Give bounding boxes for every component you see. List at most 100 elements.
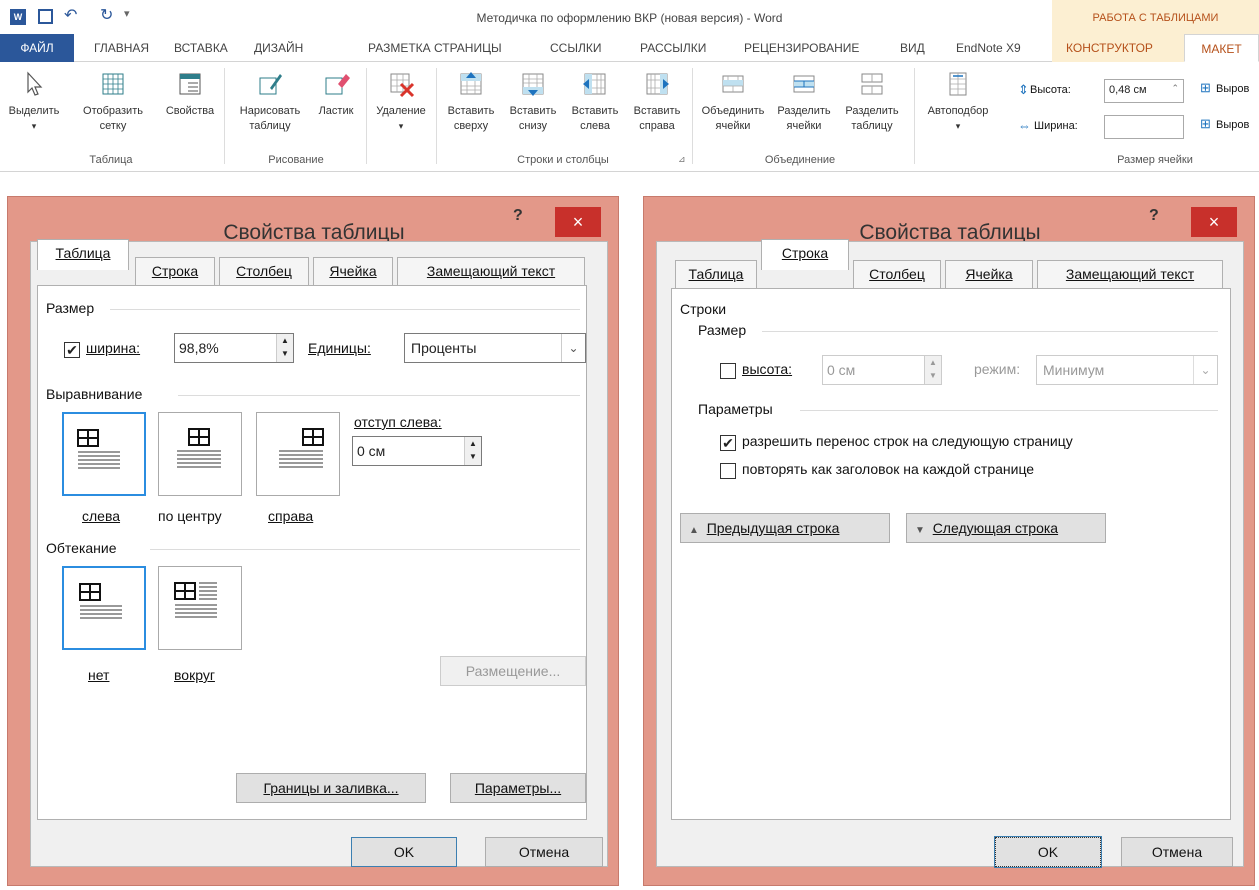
units-select[interactable]: Проценты ⌄ (404, 333, 586, 363)
align-left-option[interactable] (62, 412, 146, 496)
insert-right-button[interactable]: Вставить справа (626, 70, 688, 134)
wrap-none-option[interactable] (62, 566, 146, 650)
align-center-option[interactable] (158, 412, 242, 496)
merge-cells-button[interactable]: Объединить ячейки (696, 70, 770, 134)
tab-review[interactable]: РЕЦЕНЗИРОВАНИЕ (744, 34, 859, 62)
tab-table-layout[interactable]: МАКЕТ (1184, 34, 1259, 62)
ok-button[interactable]: OK (351, 837, 457, 867)
close-button[interactable]: × (555, 207, 601, 237)
delete-button[interactable]: Удаление ▾ (368, 70, 434, 134)
properties-button[interactable]: Свойства (158, 70, 222, 119)
eraser-icon (325, 74, 350, 95)
align-right-option[interactable] (256, 412, 340, 496)
help-button[interactable]: ? (513, 207, 523, 225)
chevron-down-icon: ⌄ (561, 334, 585, 362)
show-grid-button[interactable]: Отобразить сетку (68, 70, 158, 134)
allow-break-checkbox[interactable]: ✔ (720, 435, 736, 451)
tab-alt-text[interactable]: Замещающий текст (1037, 260, 1223, 288)
table-properties-dialog-left: Свойства таблицы ? × Таблица Строка Стол… (7, 196, 619, 886)
width-input[interactable] (1104, 115, 1184, 139)
width-spinner[interactable]: ▲ ▼ (276, 334, 293, 362)
insert-below-label-1: Вставить (509, 105, 557, 117)
insert-right-icon (646, 73, 669, 95)
width-checkbox[interactable]: ✔ (64, 342, 80, 358)
tab-design[interactable]: ДИЗАЙН (254, 34, 303, 62)
wrap-around-option[interactable] (158, 566, 242, 650)
tab-endnote[interactable]: EndNote X9 (956, 34, 1021, 62)
split-cells-button[interactable]: Разделить ячейки (770, 70, 838, 134)
repeat-header-label: повторять как заголовок на каждой страни… (742, 461, 1035, 477)
distribute-cols-icon[interactable]: ⊞ (1200, 116, 1211, 132)
eraser-button[interactable]: Ластик (310, 70, 362, 119)
cancel-button[interactable]: Отмена (1121, 837, 1233, 867)
help-button[interactable]: ? (1149, 207, 1159, 225)
tab-table-design[interactable]: КОНСТРУКТОР (1066, 34, 1153, 62)
tab-cell[interactable]: Ячейка (313, 257, 393, 285)
properties-label: Свойства (165, 105, 215, 117)
distribute-rows-label[interactable]: Выров (1216, 83, 1249, 95)
height-icon: ⇕ (1018, 82, 1029, 97)
chevron-down-icon: ⌄ (1193, 356, 1217, 384)
split-table-button[interactable]: Разделить таблицу (838, 70, 906, 134)
wrap-none-icon (79, 583, 122, 619)
draw-table-label-1: Нарисовать (239, 105, 301, 117)
tab-column[interactable]: Столбец (853, 260, 941, 288)
group-table-label: Таблица (89, 154, 133, 166)
distribute-cols-label[interactable]: Выров (1216, 119, 1249, 131)
height-spinner[interactable]: ▲ ▼ (924, 356, 941, 384)
mode-label: режим: (974, 361, 1021, 377)
insert-right-label-1: Вставить (633, 105, 681, 117)
merge-label-1: Объединить (701, 105, 765, 117)
tab-row[interactable]: Строка (761, 239, 849, 270)
draw-table-button[interactable]: Нарисовать таблицу (228, 70, 312, 134)
delete-table-icon (390, 73, 415, 98)
autofit-label: Автоподбор (927, 105, 989, 117)
options-button[interactable]: Параметры... (450, 773, 586, 803)
divider (800, 410, 1218, 411)
tab-mailings[interactable]: РАССЫЛКИ (640, 34, 706, 62)
table-left-icon (77, 429, 120, 469)
autofit-button[interactable]: Автоподбор ▾ (920, 70, 996, 134)
wrap-around-label: вокруг (174, 667, 215, 683)
insert-below-button[interactable]: Вставить снизу (502, 70, 564, 134)
dialog-launcher-icon[interactable]: ⊿ (678, 154, 686, 165)
divider (762, 331, 1218, 332)
next-row-button[interactable]: ▼ Следующая строка (906, 513, 1106, 543)
tab-table[interactable]: Таблица (675, 260, 757, 288)
insert-right-label-2: справа (639, 120, 675, 132)
distribute-rows-icon[interactable]: ⊞ (1200, 80, 1211, 96)
indent-spinner[interactable]: ▲ ▼ (464, 437, 481, 465)
height-checkbox[interactable] (720, 363, 736, 379)
tab-row[interactable]: Строка (135, 257, 215, 285)
tab-column[interactable]: Столбец (219, 257, 309, 285)
placement-button[interactable]: Размещение... (440, 656, 586, 686)
borders-button[interactable]: Границы и заливка... (236, 773, 426, 803)
tab-home[interactable]: ГЛАВНАЯ (94, 34, 149, 62)
tab-file[interactable]: ФАЙЛ (0, 34, 74, 62)
tab-references[interactable]: ССЫЛКИ (550, 34, 601, 62)
insert-left-icon (583, 73, 606, 95)
tab-cell[interactable]: Ячейка (945, 260, 1033, 288)
mode-select[interactable]: Минимум ⌄ (1036, 355, 1218, 385)
tab-table[interactable]: Таблица (37, 239, 129, 270)
height-label: Высота: (1030, 84, 1071, 96)
close-button[interactable]: × (1191, 207, 1237, 237)
height-input[interactable]: 0,48 см ⌃ (1104, 79, 1184, 103)
tab-alt-text[interactable]: Замещающий текст (397, 257, 585, 285)
tab-insert[interactable]: ВСТАВКА (174, 34, 228, 62)
split-cells-label-2: ячейки (786, 120, 822, 132)
insert-above-icon (460, 72, 482, 95)
tab-layout-page[interactable]: РАЗМЕТКА СТРАНИЦЫ (368, 34, 502, 62)
ribbon: Выделить ▾ Отобразить сетку Свойства Табли… (0, 62, 1259, 172)
prev-row-button[interactable]: ▲ Предыдущая строка (680, 513, 890, 543)
select-button[interactable]: Выделить ▾ (2, 70, 66, 134)
repeat-header-checkbox[interactable] (720, 463, 736, 479)
ok-button[interactable]: OK (994, 836, 1102, 868)
indent-input[interactable]: 0 см (352, 436, 482, 466)
cancel-button[interactable]: Отмена (485, 837, 603, 867)
tab-view[interactable]: ВИД (900, 34, 925, 62)
divider (150, 549, 580, 550)
insert-above-button[interactable]: Вставить сверху (440, 70, 502, 134)
height-value: 0,48 см (1109, 84, 1147, 96)
insert-left-button[interactable]: Вставить слева (564, 70, 626, 134)
